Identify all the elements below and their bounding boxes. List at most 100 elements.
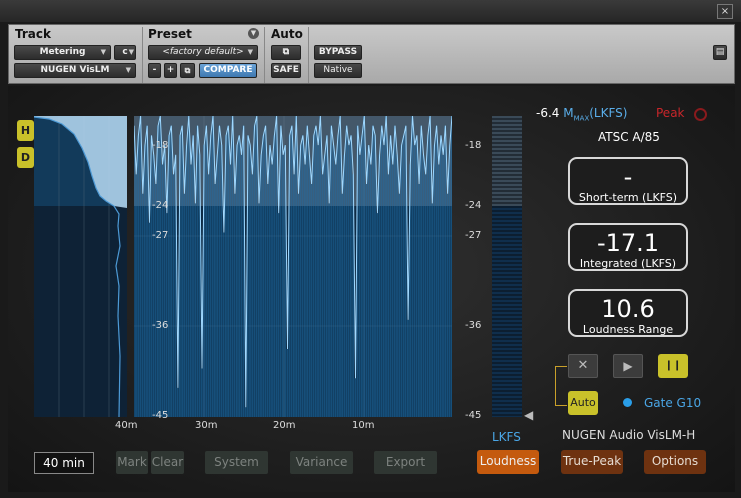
meter-unit-label: LKFS [492, 430, 521, 444]
native-button[interactable]: Native [314, 63, 362, 78]
clear-button[interactable]: Clear [151, 451, 184, 474]
peak-indicator-icon[interactable] [694, 108, 707, 121]
left-tick: -27 [152, 230, 169, 241]
loudness-bar [350, 135, 352, 417]
tab-true-peak[interactable]: True-Peak [561, 450, 623, 474]
loudness-bar [376, 213, 379, 417]
loudness-bar [135, 174, 137, 417]
variance-button[interactable]: Variance [290, 451, 353, 474]
integrated-value: -17.1 [596, 229, 660, 257]
close-button[interactable]: × [717, 4, 733, 19]
integrated-readout: -17.1 Integrated (LKFS) [568, 223, 688, 271]
max-value: -6.4 [536, 106, 560, 120]
reset-button[interactable]: ✕ [568, 354, 598, 378]
loudness-bar [227, 125, 229, 417]
time-label: 40m [115, 420, 138, 431]
loudness-bar [372, 125, 374, 417]
histogram-lower-zone [34, 206, 127, 417]
insert-selector[interactable]: Metering ▼ [14, 45, 111, 60]
loudness-bar [159, 116, 161, 417]
loudness-bar [407, 319, 409, 417]
compare-button[interactable]: COMPARE [199, 63, 257, 78]
loudness-bar [134, 125, 135, 417]
loudness-bar [301, 135, 304, 417]
automation-icon[interactable]: ⧉ [271, 45, 301, 60]
loudness-bar [424, 174, 427, 417]
meter-pointer-icon: ◀ [524, 408, 534, 422]
transport-bracket [555, 366, 567, 406]
system-button[interactable]: System [205, 451, 268, 474]
loudness-bar [183, 193, 186, 417]
loudness-bar [431, 203, 433, 417]
loudness-range-label: Loudness Range [582, 323, 674, 336]
loudness-bar [165, 213, 168, 417]
time-window-field[interactable]: 40 min [34, 452, 94, 474]
loudness-bar [143, 145, 146, 417]
loudness-bar [319, 116, 322, 417]
loudness-history-chart [134, 116, 452, 417]
loudness-bar [325, 135, 328, 417]
divider [142, 27, 143, 83]
preset-prev-button[interactable]: - [148, 63, 161, 78]
loudness-bar [347, 145, 350, 417]
loudness-bar [282, 154, 284, 417]
left-tick: -45 [152, 410, 169, 421]
tab-options[interactable]: Options [644, 450, 706, 474]
export-button[interactable]: Export [374, 451, 437, 474]
loudness-bar [400, 145, 403, 417]
loudness-bar [345, 125, 348, 417]
loudness-bar [361, 135, 363, 417]
loudness-bar [391, 164, 394, 417]
bypass-button[interactable]: BYPASS [314, 45, 362, 60]
loudness-bar [310, 184, 313, 417]
loudness-bar [420, 125, 422, 417]
loudness-bar [205, 125, 208, 417]
loudness-bar [426, 135, 429, 417]
preset-copy-icon[interactable]: ⧉ [180, 63, 195, 78]
right-tick: -36 [465, 320, 482, 331]
loudness-bar [398, 193, 401, 417]
loudness-bar [439, 135, 442, 417]
distribution-button[interactable]: D [17, 147, 34, 168]
loudness-bar [216, 154, 218, 417]
chevron-down-icon: ▼ [125, 66, 131, 74]
loudness-bar [249, 145, 251, 417]
right-tick: -27 [465, 230, 482, 241]
integrated-label: Integrated (LKFS) [579, 257, 677, 270]
right-tick: -18 [465, 140, 482, 151]
preset-next-button[interactable]: + [164, 63, 177, 78]
channel-selector[interactable]: c ▼ [114, 45, 136, 60]
mark-button[interactable]: Mark [116, 451, 148, 474]
loudness-bar [271, 164, 273, 417]
loudness-bar [286, 349, 289, 417]
close-icon: ✕ [577, 358, 589, 373]
tab-loudness[interactable]: Loudness [477, 450, 539, 474]
preset-selector[interactable]: <factory default> ▼ [148, 45, 258, 60]
loudness-bar [317, 145, 319, 417]
loudness-bar [387, 174, 390, 417]
safe-button[interactable]: SAFE [271, 63, 301, 78]
plugin-selector[interactable]: NUGEN VisLM ▼ [14, 63, 136, 78]
preset-label: <factory default> [162, 47, 244, 57]
loudness-bar [363, 116, 365, 417]
loudness-bar [244, 407, 247, 417]
settings-icon[interactable]: ▤ [713, 45, 727, 60]
loudness-bar [442, 154, 444, 417]
auto-button[interactable]: Auto [568, 391, 598, 415]
loudness-bar [418, 184, 420, 417]
gate-label[interactable]: Gate G10 [644, 396, 701, 410]
preset-menu-icon[interactable]: ▼ [248, 28, 259, 39]
loudness-bar [365, 184, 368, 417]
loudness-bar [139, 116, 142, 417]
loudness-bar [262, 135, 265, 417]
loudness-bar [328, 203, 330, 417]
loudness-bar [290, 125, 293, 417]
loudness-bar [255, 116, 258, 417]
loudness-bar [314, 125, 317, 417]
loudness-bar [336, 135, 339, 417]
play-button[interactable]: ▶ [613, 354, 643, 378]
pause-button[interactable]: ❙❙ [658, 354, 688, 378]
loudness-bar [429, 116, 431, 417]
histogram-button[interactable]: H [17, 120, 34, 141]
loudness-bar [413, 145, 416, 417]
